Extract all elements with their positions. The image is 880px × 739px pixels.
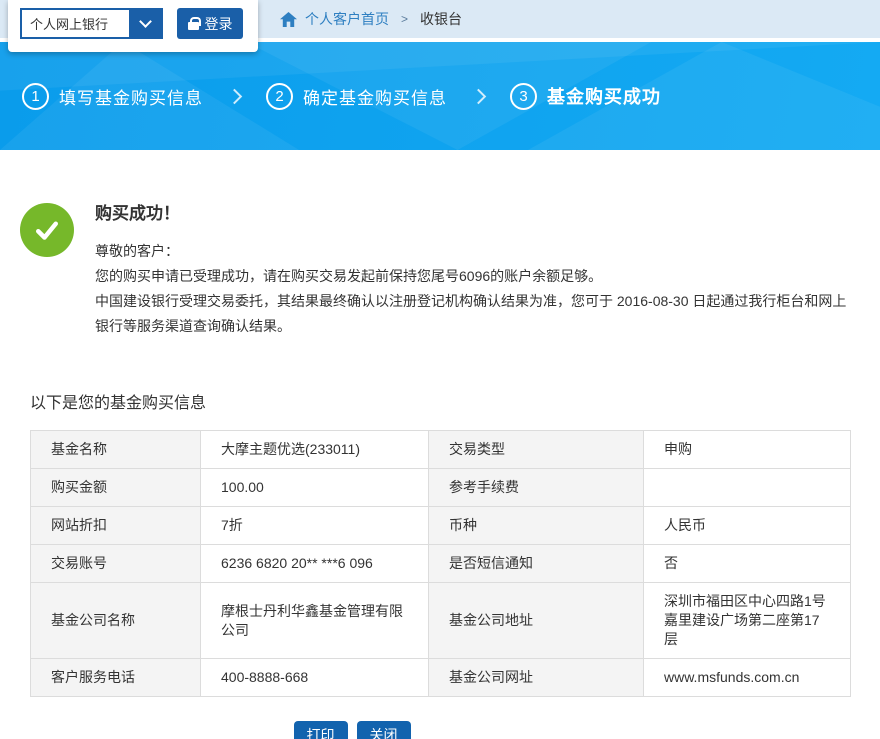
row-value-cell: 7折 bbox=[201, 507, 429, 545]
step-number-badge: 1 bbox=[22, 83, 49, 110]
row-label-cell: 是否短信通知 bbox=[429, 545, 644, 583]
table-row: 购买金额 100.00 参考手续费 bbox=[31, 469, 851, 507]
success-salutation: 尊敬的客户： bbox=[95, 239, 850, 264]
table-row: 网站折扣 7折 币种 人民币 bbox=[31, 507, 851, 545]
row-value-cell: 大摩主题优选(233011) bbox=[201, 431, 429, 469]
row-label-cell: 交易账号 bbox=[31, 545, 201, 583]
row-label-cell: 网站折扣 bbox=[31, 507, 201, 545]
chevron-down-icon bbox=[139, 15, 152, 28]
print-button[interactable]: 打印 bbox=[294, 721, 348, 739]
progress-steps: 1 填写基金购买信息 2 确定基金购买信息 3 基金购买成功 bbox=[22, 83, 661, 110]
action-buttons: 打印 关闭 bbox=[0, 721, 792, 739]
success-text: 购买成功！ 尊敬的客户： 您的购买申请已受理成功，请在购买交易发起前保持您尾号6… bbox=[95, 203, 850, 339]
step-label: 填写基金购买信息 bbox=[59, 84, 203, 109]
step-item-3-active: 3 基金购买成功 bbox=[510, 83, 661, 110]
success-block: 购买成功！ 尊敬的客户： 您的购买申请已受理成功，请在购买交易发起前保持您尾号6… bbox=[0, 150, 880, 339]
row-label-cell: 基金公司地址 bbox=[429, 583, 644, 659]
success-message-line-1: 您的购买申请已受理成功，请在购买交易发起前保持您尾号6096的账户余额足够。 bbox=[95, 264, 850, 289]
step-label: 确定基金购买信息 bbox=[303, 84, 447, 109]
row-label-cell: 基金公司名称 bbox=[31, 583, 201, 659]
breadcrumb-home-link[interactable]: 个人客户首页 bbox=[305, 9, 389, 29]
success-message-line-2: 中国建设银行受理交易委托，其结果最终确认以注册登记机构确认结果为准，您可于 20… bbox=[95, 289, 850, 339]
step-item-2: 2 确定基金购买信息 bbox=[266, 83, 447, 110]
fund-info-table: 基金名称 大摩主题优选(233011) 交易类型 申购 购买金额 100.00 … bbox=[30, 430, 851, 697]
row-value-cell: www.msfunds.com.cn bbox=[644, 659, 851, 697]
app-header: 个人网上银行 登录 个人客户首页 > 收银台 bbox=[0, 0, 880, 38]
steps-banner: 1 填写基金购买信息 2 确定基金购买信息 3 基金购买成功 bbox=[0, 42, 880, 150]
row-label-cell: 基金名称 bbox=[31, 431, 201, 469]
fund-info-table-body: 基金名称 大摩主题优选(233011) 交易类型 申购 购买金额 100.00 … bbox=[31, 431, 851, 697]
row-label-cell: 交易类型 bbox=[429, 431, 644, 469]
section-title: 以下是您的基金购买信息 bbox=[30, 389, 850, 413]
success-icon bbox=[20, 203, 74, 257]
step-label: 基金购买成功 bbox=[547, 83, 661, 109]
step-number-badge: 3 bbox=[510, 83, 537, 110]
row-value-cell: 400-8888-668 bbox=[201, 659, 429, 697]
row-value-cell: 深圳市福田区中心四路1号嘉里建设广场第二座第17层 bbox=[644, 583, 851, 659]
table-row: 客户服务电话 400-8888-668 基金公司网址 www.msfunds.c… bbox=[31, 659, 851, 697]
lock-icon bbox=[188, 22, 199, 30]
row-label-cell: 参考手续费 bbox=[429, 469, 644, 507]
site-select-value: 个人网上银行 bbox=[22, 10, 129, 37]
site-select[interactable]: 个人网上银行 bbox=[20, 8, 163, 39]
breadcrumb-current: 收银台 bbox=[420, 9, 462, 29]
login-button-label: 登录 bbox=[205, 14, 233, 34]
table-row: 基金公司名称 摩根士丹利华鑫基金管理有限公司 基金公司地址 深圳市福田区中心四路… bbox=[31, 583, 851, 659]
row-value-cell: 否 bbox=[644, 545, 851, 583]
breadcrumb: 个人客户首页 > 收银台 bbox=[280, 0, 462, 38]
check-icon bbox=[32, 215, 62, 245]
success-title: 购买成功！ bbox=[95, 203, 850, 225]
table-row: 交易账号 6236 6820 20** ***6 096 是否短信通知 否 bbox=[31, 545, 851, 583]
row-label-cell: 购买金额 bbox=[31, 469, 201, 507]
login-button[interactable]: 登录 bbox=[177, 8, 243, 39]
breadcrumb-separator: > bbox=[397, 12, 412, 26]
row-value-cell bbox=[644, 469, 851, 507]
row-label-cell: 基金公司网址 bbox=[429, 659, 644, 697]
table-row: 基金名称 大摩主题优选(233011) 交易类型 申购 bbox=[31, 431, 851, 469]
row-value-cell: 申购 bbox=[644, 431, 851, 469]
row-value-cell: 人民币 bbox=[644, 507, 851, 545]
step-separator-icon bbox=[471, 88, 487, 104]
row-label-cell: 币种 bbox=[429, 507, 644, 545]
step-number-badge: 2 bbox=[266, 83, 293, 110]
step-separator-icon bbox=[227, 88, 243, 104]
home-icon bbox=[280, 12, 297, 27]
select-dropdown-button[interactable] bbox=[129, 10, 161, 37]
row-value-cell: 100.00 bbox=[201, 469, 429, 507]
close-button[interactable]: 关闭 bbox=[357, 721, 411, 739]
row-label-cell: 客户服务电话 bbox=[31, 659, 201, 697]
row-value-cell: 摩根士丹利华鑫基金管理有限公司 bbox=[201, 583, 429, 659]
row-value-cell: 6236 6820 20** ***6 096 bbox=[201, 545, 429, 583]
login-panel: 个人网上银行 登录 bbox=[8, 0, 258, 52]
step-item-1: 1 填写基金购买信息 bbox=[22, 83, 203, 110]
